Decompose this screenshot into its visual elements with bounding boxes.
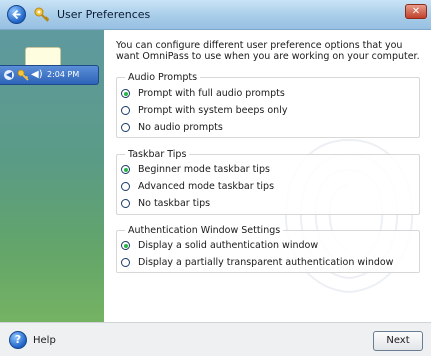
help-link[interactable]: Help	[33, 335, 56, 346]
radio-button[interactable]	[121, 241, 130, 250]
radio-label: Beginner mode taskbar tips	[138, 164, 270, 175]
close-button[interactable]: ✕	[405, 4, 427, 19]
footer-bar: ? Help Next	[0, 322, 431, 356]
audio-prompts-group: Audio Prompts Prompt with full audio pro…	[116, 72, 420, 138]
intro-description: You can configure different user prefere…	[116, 40, 420, 62]
option-no-audio-prompts[interactable]: No audio prompts	[121, 122, 223, 133]
speaker-icon: ◀)	[31, 69, 43, 80]
radio-label: No audio prompts	[138, 122, 223, 133]
option-beginner-tips[interactable]: Beginner mode taskbar tips	[121, 164, 270, 175]
back-arrow-icon	[12, 9, 21, 20]
option-system-beeps[interactable]: Prompt with system beeps only	[121, 105, 287, 116]
option-full-audio-prompts[interactable]: Prompt with full audio prompts	[121, 88, 285, 99]
option-no-taskbar-tips[interactable]: No taskbar tips	[121, 198, 210, 209]
tray-clock: 2:04 PM	[47, 70, 80, 79]
taskbar-tips-group: Taskbar Tips Beginner mode taskbar tips …	[116, 149, 420, 215]
radio-label: Prompt with full audio prompts	[138, 88, 285, 99]
next-button[interactable]: Next	[373, 331, 423, 351]
group-label-taskbar-tips: Taskbar Tips	[125, 149, 190, 160]
radio-label: Prompt with system beeps only	[138, 105, 288, 116]
radio-button[interactable]	[121, 199, 130, 208]
radio-label: Advanced mode taskbar tips	[138, 181, 275, 192]
radio-button[interactable]	[121, 258, 130, 267]
preferences-panel: You can configure different user prefere…	[104, 30, 431, 322]
radio-label: Display a solid authentication window	[138, 240, 319, 251]
tray-expand-icon: ◀	[4, 70, 14, 80]
radio-button[interactable]	[121, 89, 130, 98]
radio-label: Display a partially transparent authenti…	[138, 257, 394, 268]
group-label-authentication-window: Authentication Window Settings	[125, 225, 284, 236]
option-solid-window[interactable]: Display a solid authentication window	[121, 240, 318, 251]
radio-button[interactable]	[121, 165, 130, 174]
radio-button[interactable]	[121, 123, 130, 132]
help-icon[interactable]: ?	[9, 331, 27, 349]
sidebar-banner: ◀ ◀) 2:04 PM	[0, 30, 104, 322]
group-label-audio-prompts: Audio Prompts	[125, 72, 201, 83]
fingerprint-watermark-icon	[284, 139, 414, 293]
radio-label: No taskbar tips	[138, 198, 211, 209]
key-app-icon	[34, 7, 50, 22]
back-button[interactable]	[7, 5, 26, 24]
radio-button[interactable]	[121, 182, 130, 191]
authentication-window-group: Authentication Window Settings Display a…	[116, 225, 420, 273]
close-icon: ✕	[411, 6, 421, 17]
option-transparent-window[interactable]: Display a partially transparent authenti…	[121, 257, 393, 268]
option-advanced-tips[interactable]: Advanced mode taskbar tips	[121, 181, 274, 192]
radio-button[interactable]	[121, 106, 130, 115]
window-title: User Preferences	[57, 8, 151, 21]
tray-key-icon	[17, 69, 29, 81]
title-bar: User Preferences ✕	[0, 0, 431, 30]
system-tray-illustration: ◀ ◀) 2:04 PM	[0, 65, 99, 85]
